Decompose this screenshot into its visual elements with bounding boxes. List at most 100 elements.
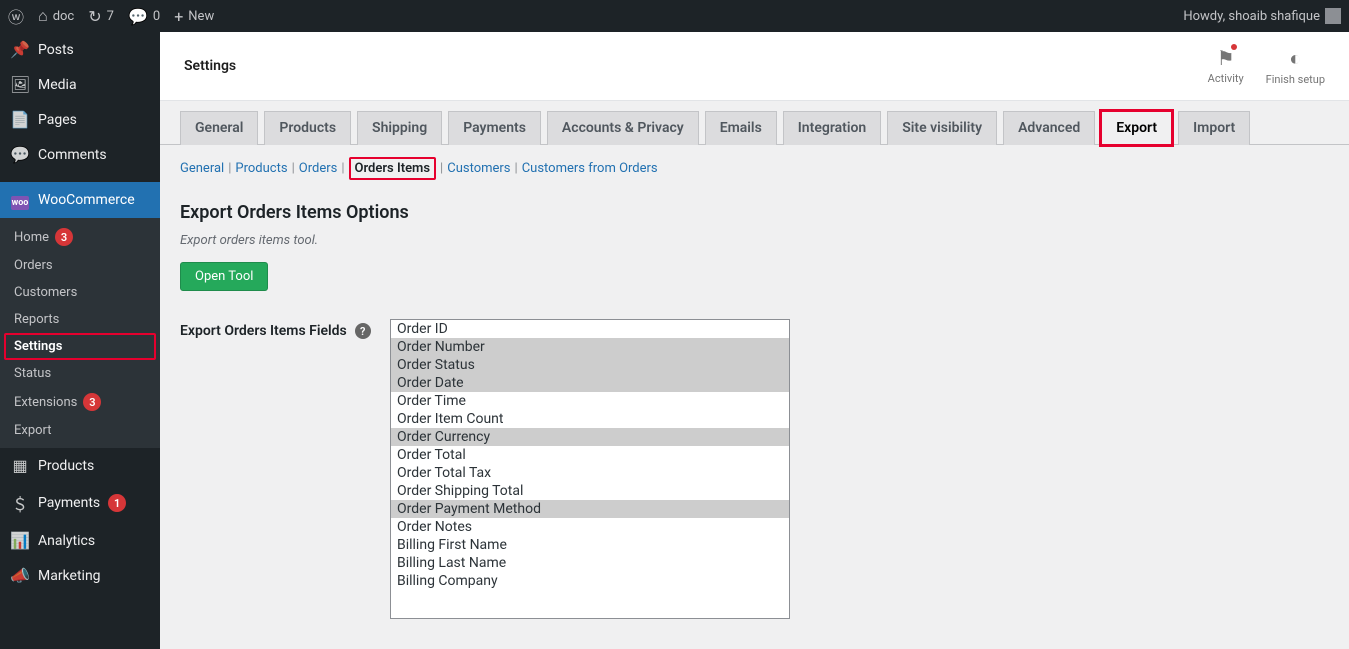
activity-icon: ⚑ bbox=[1217, 46, 1235, 70]
extensions-badge: 3 bbox=[83, 393, 101, 411]
sidebar-sub-settings[interactable]: Settings bbox=[4, 333, 156, 360]
tab-export[interactable]: Export bbox=[1101, 111, 1172, 145]
admin-bar: ⓦ ⌂doc ↻7 💬0 +New Howdy, shoaib shafique bbox=[0, 0, 1349, 32]
updates-count: 7 bbox=[107, 9, 114, 24]
page-header: Settings ⚑ Activity ◐ Finish setup bbox=[160, 32, 1349, 101]
subnav-separator: | bbox=[515, 161, 518, 176]
tab-products[interactable]: Products bbox=[264, 111, 351, 145]
tab-emails[interactable]: Emails bbox=[705, 111, 777, 145]
field-option[interactable]: Order Payment Method bbox=[391, 500, 789, 518]
field-option[interactable]: Order Date bbox=[391, 374, 789, 392]
subnav-customers-from-orders[interactable]: Customers from Orders bbox=[522, 161, 658, 176]
avatar bbox=[1325, 8, 1341, 24]
subnav-orders[interactable]: Orders bbox=[299, 161, 338, 176]
subnav-general[interactable]: General bbox=[180, 161, 224, 176]
sidebar-sub-extensions[interactable]: Extensions3 bbox=[0, 387, 160, 417]
main-content: Settings ⚑ Activity ◐ Finish setup Gener… bbox=[160, 32, 1349, 649]
tab-payments[interactable]: Payments bbox=[448, 111, 541, 145]
pin-icon: 📌 bbox=[10, 40, 30, 59]
finish-setup-icon: ◐ bbox=[1289, 46, 1301, 71]
export-subnav: General | Products | Orders | Orders Ite… bbox=[160, 145, 1349, 184]
sidebar-item-posts[interactable]: 📌Posts bbox=[0, 32, 160, 67]
comment-icon: 💬 bbox=[128, 7, 148, 26]
sidebar-item-payments[interactable]: ＄Payments1 bbox=[0, 483, 160, 523]
tab-accounts-privacy[interactable]: Accounts & Privacy bbox=[547, 111, 699, 145]
payments-badge: 1 bbox=[108, 494, 126, 512]
account-link[interactable]: Howdy, shoaib shafique bbox=[1183, 8, 1341, 24]
field-option[interactable]: Order Shipping Total bbox=[391, 482, 789, 500]
subnav-separator: | bbox=[292, 161, 295, 176]
field-option[interactable]: Billing Last Name bbox=[391, 554, 789, 572]
field-option[interactable]: Order Notes bbox=[391, 518, 789, 536]
sidebar-sub-status[interactable]: Status bbox=[0, 360, 160, 387]
admin-sidebar: 📌Posts 🖼Media 📄Pages 💬Comments wooWooCom… bbox=[0, 32, 160, 649]
field-option[interactable]: Order Item Count bbox=[391, 410, 789, 428]
subnav-separator: | bbox=[341, 161, 344, 176]
wordpress-icon: ⓦ bbox=[8, 4, 24, 28]
field-option[interactable]: Order Time bbox=[391, 392, 789, 410]
comments-link[interactable]: 💬0 bbox=[128, 7, 160, 26]
subnav-products[interactable]: Products bbox=[235, 161, 287, 176]
section-description: Export orders items tool. bbox=[180, 233, 1329, 248]
home-badge: 3 bbox=[55, 228, 73, 246]
sidebar-item-pages[interactable]: 📄Pages bbox=[0, 102, 160, 137]
plus-icon: + bbox=[174, 7, 183, 26]
tab-site-visibility[interactable]: Site visibility bbox=[887, 111, 997, 145]
page-title: Settings bbox=[184, 58, 236, 74]
subnav-separator: | bbox=[228, 161, 231, 176]
open-tool-button[interactable]: Open Tool bbox=[180, 262, 268, 291]
sidebar-sub-reports[interactable]: Reports bbox=[0, 306, 160, 333]
sidebar-sub-export[interactable]: Export bbox=[0, 417, 160, 444]
field-option[interactable]: Order Total Tax bbox=[391, 464, 789, 482]
fields-label: Export Orders Items Fields ? bbox=[180, 319, 380, 339]
fields-multiselect[interactable]: Order IDOrder NumberOrder StatusOrder Da… bbox=[390, 319, 790, 619]
new-content-link[interactable]: + New bbox=[174, 7, 214, 26]
woo-submenu: Home3 Orders Customers Reports Settings … bbox=[0, 218, 160, 448]
refresh-icon: ↻ bbox=[88, 7, 101, 26]
home-icon: ⌂ bbox=[38, 6, 48, 26]
finish-setup-button[interactable]: ◐ Finish setup bbox=[1266, 46, 1325, 86]
howdy-text: Howdy, shoaib shafique bbox=[1183, 9, 1320, 24]
field-option[interactable]: Order Number bbox=[391, 338, 789, 356]
marketing-icon: 📣 bbox=[10, 566, 30, 585]
site-link[interactable]: ⌂ doc bbox=[38, 6, 74, 26]
field-option[interactable]: Order Currency bbox=[391, 428, 789, 446]
new-label: New bbox=[188, 9, 214, 24]
field-option[interactable]: Billing Company bbox=[391, 572, 789, 590]
sidebar-item-media[interactable]: 🖼Media bbox=[0, 67, 160, 102]
sidebar-sub-orders[interactable]: Orders bbox=[0, 252, 160, 279]
tab-import[interactable]: Import bbox=[1178, 111, 1250, 145]
help-icon[interactable]: ? bbox=[355, 323, 371, 339]
subnav-orders-items[interactable]: Orders Items bbox=[349, 157, 437, 180]
subnav-customers[interactable]: Customers bbox=[447, 161, 510, 176]
wordpress-logo[interactable]: ⓦ bbox=[8, 4, 24, 28]
site-name: doc bbox=[53, 9, 75, 24]
settings-tabs: GeneralProductsShippingPaymentsAccounts … bbox=[160, 101, 1349, 145]
field-option[interactable]: Billing First Name bbox=[391, 536, 789, 554]
updates-link[interactable]: ↻7 bbox=[88, 7, 114, 26]
comment-icon: 💬 bbox=[10, 145, 30, 164]
field-option[interactable]: Order Status bbox=[391, 356, 789, 374]
woocommerce-icon: woo bbox=[10, 190, 30, 210]
tab-general[interactable]: General bbox=[180, 111, 258, 145]
activity-button[interactable]: ⚑ Activity bbox=[1208, 46, 1244, 86]
analytics-icon: 📊 bbox=[10, 531, 30, 550]
sidebar-item-marketing[interactable]: 📣Marketing bbox=[0, 558, 160, 593]
comments-count: 0 bbox=[153, 9, 160, 24]
tab-shipping[interactable]: Shipping bbox=[357, 111, 442, 145]
sidebar-item-analytics[interactable]: 📊Analytics bbox=[0, 523, 160, 558]
section-heading: Export Orders Items Options bbox=[180, 202, 1329, 223]
sidebar-sub-home[interactable]: Home3 bbox=[0, 222, 160, 252]
subnav-separator: | bbox=[440, 161, 443, 176]
page-icon: 📄 bbox=[10, 110, 30, 129]
sidebar-item-products[interactable]: ▦Products bbox=[0, 448, 160, 483]
field-option[interactable]: Order Total bbox=[391, 446, 789, 464]
sidebar-item-woocommerce[interactable]: wooWooCommerce bbox=[0, 182, 160, 218]
sidebar-item-comments[interactable]: 💬Comments bbox=[0, 137, 160, 172]
tab-advanced[interactable]: Advanced bbox=[1003, 111, 1095, 145]
media-icon: 🖼 bbox=[10, 75, 30, 94]
tab-integration[interactable]: Integration bbox=[783, 111, 881, 145]
products-icon: ▦ bbox=[10, 456, 30, 475]
field-option[interactable]: Order ID bbox=[391, 320, 789, 338]
sidebar-sub-customers[interactable]: Customers bbox=[0, 279, 160, 306]
